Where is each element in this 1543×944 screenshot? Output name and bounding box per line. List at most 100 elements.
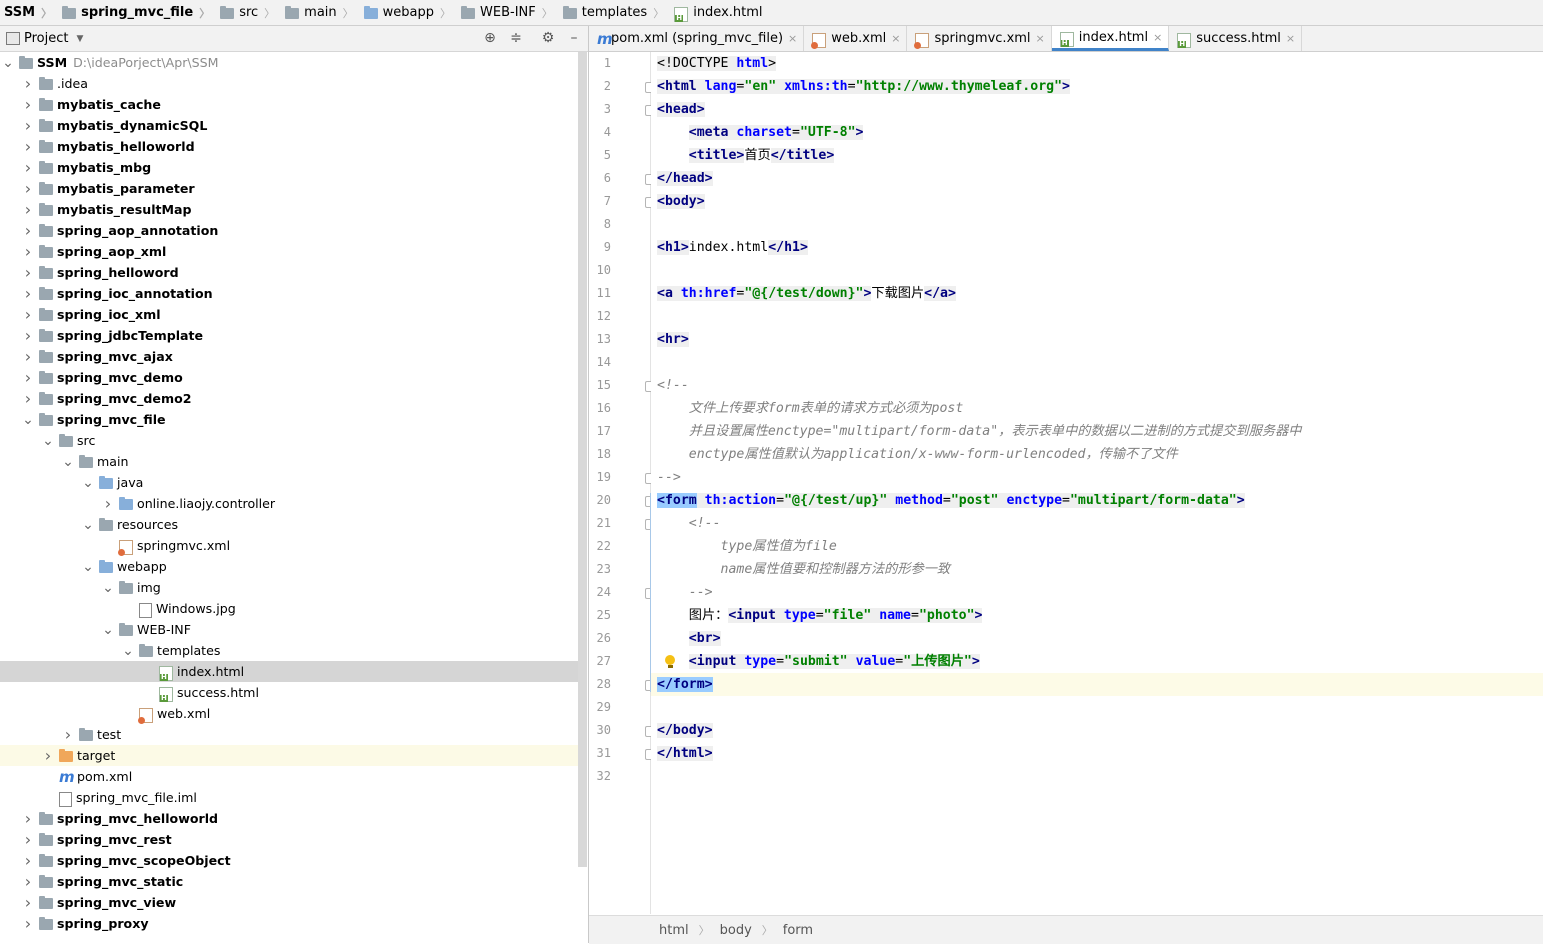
close-icon[interactable]: ×	[1153, 31, 1162, 44]
tree-item[interactable]: › spring_jdbcTemplate	[0, 325, 580, 346]
code-line[interactable]: <meta charset="UTF-8">	[657, 121, 864, 144]
breadcrumb-item[interactable]: templates 〉	[559, 5, 670, 21]
code-line[interactable]: </body>	[657, 719, 713, 742]
chevron-down-icon[interactable]: ⌄	[81, 475, 95, 491]
code-line[interactable]: type属性值为file	[657, 535, 837, 558]
tree-item[interactable]: › spring_mvc_demo	[0, 367, 580, 388]
tree-item[interactable]: › spring_mvc_scopeObject	[0, 850, 580, 871]
chevron-right-icon[interactable]: ›	[21, 242, 35, 261]
chevron-down-icon[interactable]: ⌄	[101, 622, 115, 638]
tree-item[interactable]: › mybatis_parameter	[0, 178, 580, 199]
tree-item[interactable]: Windows.jpg	[0, 598, 580, 619]
chevron-right-icon[interactable]: ›	[21, 914, 35, 933]
tree-item[interactable]: › mybatis_mbg	[0, 157, 580, 178]
tree-item[interactable]: index.html	[0, 661, 580, 682]
editor-tab[interactable]: index.html ×	[1051, 26, 1170, 51]
code-editor[interactable]: <!DOCTYPE html> <html lang="en" xmlns:th=…	[651, 52, 1543, 914]
structure-crumb[interactable]: body	[720, 923, 752, 938]
breadcrumb-item[interactable]: src 〉	[216, 5, 281, 21]
code-line[interactable]: <html lang="en" xmlns:th="http://www.thy…	[657, 75, 1070, 98]
code-line[interactable]: enctype属性值默认为application/x-www-form-urle…	[657, 443, 1178, 466]
tree-item[interactable]: ⌄ java	[0, 472, 580, 493]
tree-item[interactable]: › test	[0, 724, 580, 745]
project-panel-title[interactable]: Project	[24, 31, 68, 46]
tree-item[interactable]: › spring_proxy	[0, 913, 580, 934]
editor-tab[interactable]: success.html ×	[1169, 26, 1303, 51]
tree-item[interactable]: › spring_mvc_ajax	[0, 346, 580, 367]
tree-item[interactable]: › spring_helloword	[0, 262, 580, 283]
chevron-right-icon[interactable]: ›	[21, 200, 35, 219]
breadcrumb-item[interactable]: SSM 〉	[0, 5, 58, 21]
tree-item[interactable]: › spring_ioc_annotation	[0, 283, 580, 304]
close-icon[interactable]: ×	[788, 32, 797, 45]
code-line[interactable]: <hr>	[657, 328, 689, 351]
breadcrumb-item[interactable]: index.html	[670, 5, 766, 22]
tree-item[interactable]: spring_mvc_file.iml	[0, 787, 580, 808]
code-line[interactable]: </head>	[657, 167, 713, 190]
chevron-right-icon[interactable]: ›	[21, 221, 35, 240]
code-line[interactable]: </form>	[657, 673, 713, 696]
code-line[interactable]: 图片：<input type="file" name="photo">	[657, 604, 983, 627]
breadcrumb-item[interactable]: WEB-INF 〉	[457, 5, 559, 21]
chevron-right-icon[interactable]: ›	[21, 95, 35, 114]
code-line[interactable]: -->	[657, 466, 681, 489]
locate-icon[interactable]: ⊕	[482, 30, 498, 46]
tree-item[interactable]: success.html	[0, 682, 580, 703]
chevron-right-icon[interactable]: ›	[21, 389, 35, 408]
chevron-down-icon[interactable]: ⌄	[1, 55, 15, 71]
gear-icon[interactable]: ⚙	[540, 30, 556, 46]
chevron-right-icon[interactable]: ›	[21, 872, 35, 891]
chevron-down-icon[interactable]: ⌄	[41, 433, 55, 449]
chevron-right-icon[interactable]: ›	[101, 494, 115, 513]
chevron-down-icon[interactable]: ⌄	[61, 454, 75, 470]
close-icon[interactable]: ×	[1286, 32, 1295, 45]
code-line[interactable]: 并且设置属性enctype="multipart/form-data"，表示表单…	[657, 420, 1302, 443]
tree-scrollbar[interactable]	[578, 52, 587, 867]
close-icon[interactable]: ×	[1036, 32, 1045, 45]
code-line[interactable]: <input type="submit" value="上传图片">	[657, 650, 980, 673]
tree-item[interactable]: ⌄ webapp	[0, 556, 580, 577]
chevron-right-icon[interactable]: ›	[21, 830, 35, 849]
collapse-all-icon[interactable]: ≑	[508, 30, 524, 46]
tree-item[interactable]: › spring_aop_xml	[0, 241, 580, 262]
code-line[interactable]: <a th:href="@{/test/down}">下载图片</a>	[657, 282, 956, 305]
tree-item[interactable]: m pom.xml	[0, 766, 580, 787]
breadcrumb-item[interactable]: main 〉	[281, 5, 359, 21]
tree-item[interactable]: › spring_aop_annotation	[0, 220, 580, 241]
tree-item[interactable]: › spring_ioc_xml	[0, 304, 580, 325]
tree-item[interactable]: › spring_mvc_static	[0, 871, 580, 892]
code-line[interactable]: 文件上传要求form表单的请求方式必须为post	[657, 397, 964, 420]
chevron-right-icon[interactable]: ›	[21, 263, 35, 282]
chevron-right-icon[interactable]: ›	[21, 116, 35, 135]
breadcrumb-item[interactable]: spring_mvc_file 〉	[58, 5, 216, 21]
breadcrumb-item[interactable]: webapp 〉	[360, 5, 457, 21]
chevron-right-icon[interactable]: ›	[21, 809, 35, 828]
tree-item[interactable]: › spring_mvc_demo2	[0, 388, 580, 409]
close-icon[interactable]: ×	[891, 32, 900, 45]
code-line[interactable]: <!DOCTYPE html>	[657, 52, 777, 75]
code-line[interactable]: <!--	[657, 374, 689, 397]
code-line[interactable]: <!--	[657, 512, 721, 535]
tree-item[interactable]: › spring_mvc_view	[0, 892, 580, 913]
code-line[interactable]: <title>首页</title>	[657, 144, 835, 167]
code-line[interactable]: name属性值要和控制器方法的形参一致	[657, 558, 951, 581]
tree-item[interactable]: ⌄ templates	[0, 640, 580, 661]
tree-item[interactable]: ⌄ img	[0, 577, 580, 598]
code-line[interactable]: <form th:action="@{/test/up}" method="po…	[657, 489, 1245, 512]
chevron-right-icon[interactable]: ›	[21, 326, 35, 345]
chevron-down-icon[interactable]: ▼	[76, 34, 83, 44]
code-line[interactable]: <head>	[657, 98, 705, 121]
structure-crumb[interactable]: form	[783, 923, 813, 938]
tree-item[interactable]: ⌄ src	[0, 430, 580, 451]
tree-item[interactable]: › target	[0, 745, 580, 766]
chevron-right-icon[interactable]: ›	[21, 74, 35, 93]
chevron-right-icon[interactable]: ›	[21, 893, 35, 912]
tree-item[interactable]: ⌄ WEB-INF	[0, 619, 580, 640]
chevron-right-icon[interactable]: ›	[21, 179, 35, 198]
tree-item[interactable]: › online.liaojy.controller	[0, 493, 580, 514]
project-tree[interactable]: ⌄ SSM D:\ideaPorject\Apr\SSM › .idea › mybatis…	[0, 52, 580, 940]
chevron-down-icon[interactable]: ⌄	[81, 517, 95, 533]
chevron-right-icon[interactable]: ›	[61, 725, 75, 744]
editor-tab[interactable]: springmvc.xml ×	[907, 26, 1052, 51]
chevron-right-icon[interactable]: ›	[21, 368, 35, 387]
